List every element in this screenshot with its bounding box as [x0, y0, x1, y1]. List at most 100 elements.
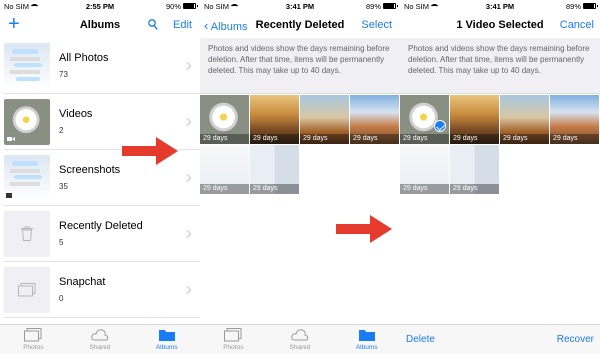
- tab-photos[interactable]: Photos: [200, 325, 267, 354]
- nav-bar: ‹ Albums Recently Deleted Select: [200, 12, 400, 38]
- chevron-left-icon: ‹: [204, 17, 209, 33]
- days-remaining: 29 days: [200, 134, 249, 144]
- deleted-item[interactable]: 29 days: [450, 145, 499, 194]
- cloud-icon: [91, 329, 109, 341]
- back-button[interactable]: ‹ Albums: [204, 18, 247, 33]
- recover-button[interactable]: Recover: [557, 334, 594, 345]
- battery-fill: [384, 4, 394, 8]
- tab-label: Photos: [23, 344, 44, 351]
- deleted-item[interactable]: 29 days: [450, 95, 499, 144]
- action-toolbar: Delete Recover: [400, 324, 600, 354]
- arrow-right-icon: [122, 137, 178, 165]
- photos-stack-icon: [18, 282, 36, 296]
- battery-icon: [383, 3, 398, 9]
- days-remaining: 29 days: [250, 184, 299, 194]
- delete-button[interactable]: Delete: [406, 334, 435, 345]
- album-thumbnail: [4, 210, 50, 257]
- chevron-right-icon: [182, 173, 192, 182]
- tab-bar: Photos Shared Albums: [0, 324, 200, 354]
- photos-icon: [224, 328, 242, 342]
- nav-bar: + Albums Edit: [0, 12, 200, 38]
- battery-icon: [583, 3, 598, 9]
- days-remaining: 29 days: [250, 134, 299, 144]
- select-button[interactable]: Select: [361, 19, 392, 31]
- deleted-photo-grid: 29 days 29 days 29 days 29 days 29 days …: [400, 94, 600, 195]
- album-count: 2: [59, 126, 64, 135]
- deleted-item[interactable]: 29 days: [350, 95, 399, 144]
- deleted-item[interactable]: 29 days: [250, 95, 299, 144]
- nav-title: Albums: [79, 19, 121, 31]
- tab-bar: Photos Shared Albums: [200, 324, 400, 354]
- deleted-item[interactable]: 29 days: [200, 95, 249, 144]
- albums-screen: No SIM 2:55 PM 90% + Albums Edit All Pho…: [0, 0, 200, 354]
- tab-label: Shared: [289, 344, 311, 351]
- folder-icon: [158, 330, 175, 341]
- deleted-item[interactable]: 29 days: [500, 95, 549, 144]
- status-bar: No SIM 3:41 PM 89%: [200, 0, 400, 12]
- recently-deleted-screen: No SIM 3:41 PM 89% ‹ Albums Recently Del…: [200, 0, 400, 354]
- deletion-info: Photos and videos show the days remainin…: [400, 38, 600, 94]
- tab-albums[interactable]: Albums: [133, 325, 200, 354]
- checkmark-icon: [434, 120, 446, 132]
- photos-icon: [24, 328, 42, 342]
- cancel-button[interactable]: Cancel: [560, 19, 594, 31]
- selection-screen: No SIM 3:41 PM 89% 1 Video Selected Canc…: [400, 0, 600, 354]
- cloud-icon: [291, 329, 309, 341]
- tab-label: Shared: [89, 344, 111, 351]
- battery-fill: [584, 4, 594, 8]
- album-count: 5: [59, 238, 64, 247]
- battery-fill: [184, 4, 194, 8]
- plus-icon[interactable]: +: [8, 14, 20, 34]
- trash-icon: [21, 225, 33, 241]
- deleted-item[interactable]: 29 days: [200, 145, 249, 194]
- album-thumbnail: [4, 154, 50, 201]
- clock: 3:41 PM: [485, 1, 515, 11]
- deletion-info: Photos and videos show the days remainin…: [200, 38, 400, 94]
- album-count: 73: [59, 70, 68, 79]
- status-bar: No SIM 3:41 PM 89%: [400, 0, 600, 12]
- deleted-item-selected[interactable]: 29 days: [400, 95, 449, 144]
- tab-photos[interactable]: Photos: [0, 325, 67, 354]
- nav-bar: 1 Video Selected Cancel: [400, 12, 600, 38]
- days-remaining: 29 days: [300, 134, 349, 144]
- album-title: All Photos: [59, 52, 109, 64]
- tab-label: Albums: [155, 344, 178, 351]
- deleted-item[interactable]: 29 days: [250, 145, 299, 194]
- status-bar: No SIM 2:55 PM 90%: [0, 0, 200, 12]
- album-snapchat[interactable]: Snapchat 0: [4, 262, 200, 318]
- days-remaining: 29 days: [450, 184, 499, 194]
- deleted-photo-grid: 29 days 29 days 29 days 29 days 29 days …: [200, 94, 400, 195]
- clock: 2:55 PM: [85, 1, 115, 11]
- tab-label: Albums: [355, 344, 378, 351]
- deleted-item[interactable]: 29 days: [550, 95, 599, 144]
- chevron-right-icon: [182, 61, 192, 70]
- days-remaining: 29 days: [400, 134, 449, 144]
- album-all-photos[interactable]: All Photos 73: [4, 38, 200, 94]
- clock: 3:41 PM: [285, 1, 315, 11]
- tab-shared[interactable]: Shared: [67, 325, 134, 354]
- days-remaining: 29 days: [350, 134, 399, 144]
- album-count: 0: [59, 294, 64, 303]
- days-remaining: 29 days: [500, 134, 549, 144]
- album-recently-deleted[interactable]: Recently Deleted 5: [4, 206, 200, 262]
- album-thumbnail: [4, 42, 50, 89]
- tab-shared[interactable]: Shared: [267, 325, 334, 354]
- days-remaining: 29 days: [550, 134, 599, 144]
- battery-icon: [183, 3, 198, 9]
- chevron-right-icon: [182, 117, 192, 126]
- search-icon[interactable]: [148, 19, 158, 31]
- deleted-item[interactable]: 29 days: [400, 145, 449, 194]
- video-camera-icon: [7, 136, 15, 141]
- edit-button[interactable]: Edit: [173, 19, 192, 31]
- tab-albums[interactable]: Albums: [333, 325, 400, 354]
- album-list: All Photos 73 Videos 2 Screenshots 35 Recen…: [0, 38, 200, 318]
- tab-label: Photos: [223, 344, 244, 351]
- album-title: Videos: [59, 108, 93, 120]
- album-title: Screenshots: [59, 164, 121, 176]
- deleted-item[interactable]: 29 days: [300, 95, 349, 144]
- chevron-right-icon: [182, 229, 192, 238]
- chevron-right-icon: [182, 285, 192, 294]
- album-count: 35: [59, 182, 68, 191]
- days-remaining: 29 days: [400, 184, 449, 194]
- album-title: Recently Deleted: [59, 220, 143, 232]
